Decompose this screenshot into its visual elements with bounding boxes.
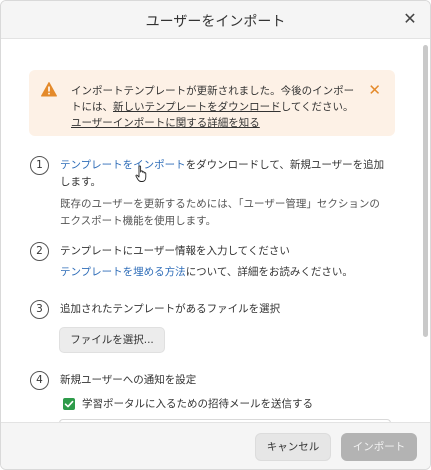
step-number: 4 (30, 371, 49, 390)
banner-text: インポートテンプレートが更新されました。今後のインポー トには、新しいテンプレー… (71, 83, 361, 131)
update-banner: インポートテンプレートが更新されました。今後のインポー トには、新しいテンプレー… (29, 70, 395, 136)
step-number: 1 (30, 156, 49, 175)
step-1-note-line1: 既存のユーザーを更新するためには、「ユーザー管理」セクションの (60, 198, 380, 210)
step-1-text-line2: します。 (60, 176, 101, 188)
step-number: 3 (30, 300, 49, 319)
download-new-template-link[interactable]: 新しいテンプレートをダウンロード (113, 101, 281, 113)
step-2-text-after-link: について、詳細をお読みください。 (185, 266, 353, 278)
step-number: 2 (30, 242, 49, 261)
step-text: テンプレートをインポートをダウンロードして、新規ユーザーを追加 します。 既存の… (60, 157, 400, 230)
import-users-dialog: ユーザーをインポート ✕ インポートテンプレートが更新されました。今後のインポー… (0, 0, 431, 470)
dialog-title: ユーザーをインポート (145, 14, 286, 30)
step-2-text: テンプレートにユーザー情報を入力してください (60, 245, 290, 257)
step-1-note-line2: エクスポート機能を使用します。 (60, 215, 217, 227)
choose-file-button[interactable]: ファイルを選択... (59, 327, 165, 353)
banner-line2-prefix: トには、 (71, 101, 113, 113)
send-invite-checkbox[interactable] (63, 398, 75, 410)
step-text: テンプレートにユーザー情報を入力してください テンプレートを埋める方法について、… (60, 243, 400, 281)
send-invite-label[interactable]: 学習ポータルに入るための招待メールを送信する (82, 396, 313, 411)
learn-more-link[interactable]: ユーザーインポートに関する詳細を知る (71, 117, 260, 129)
step-text: 追加されたテンプレートがあるファイルを選択 (60, 303, 281, 315)
dialog-footer: キャンセル インポート (1, 422, 430, 469)
step-text: 新規ユーザーへの通知を設定 (60, 374, 197, 386)
check-icon (64, 400, 74, 408)
warning-icon (41, 82, 57, 97)
close-icon[interactable]: ✕ (368, 83, 381, 98)
close-icon[interactable]: ✕ (402, 11, 418, 27)
pointer-cursor-icon (135, 165, 147, 182)
step-1-text: をダウンロードして、新規ユーザーを追加 (185, 159, 385, 171)
scrollbar[interactable] (423, 45, 428, 337)
dialog-header: ユーザーをインポート ✕ (1, 1, 430, 39)
template-import-link[interactable]: テンプレートをインポート (60, 159, 186, 171)
how-to-fill-template-link[interactable]: テンプレートを埋める方法 (60, 266, 186, 278)
cancel-button[interactable]: キャンセル (255, 433, 331, 461)
banner-line2-suffix: してください。 (280, 101, 354, 113)
import-button[interactable]: インポート (341, 433, 417, 461)
banner-line1: インポートテンプレートが更新されました。今後のインポー (71, 85, 355, 97)
